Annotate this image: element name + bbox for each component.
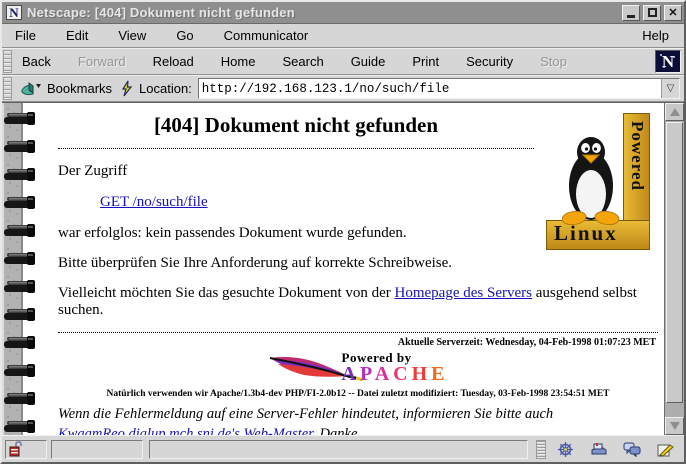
component-bar-grip[interactable] [536,440,546,459]
url-field-frame: ▽ [198,78,680,99]
ship-wheel-icon [557,441,574,458]
bookmark-icon [20,81,42,97]
progress-panel [51,440,143,459]
apache-letter: A [375,363,393,385]
apache-letter: H [412,363,432,385]
divider [58,148,534,149]
apache-letter: P [360,363,375,385]
url-input[interactable] [199,79,661,98]
page-body: Powered Linux [404] Dokument nicht gefun… [38,103,664,435]
open-lock-icon [9,441,24,457]
window-title: Netscape: [404] Dokument nicht gefunden [27,5,619,20]
homepage-text-before: Vielleicht möchten Sie das gesuchte Doku… [58,285,395,301]
menu-file[interactable]: File [12,26,39,45]
content-area: Powered Linux [404] Dokument nicht gefun… [2,102,684,435]
discussions-button[interactable] [615,439,648,460]
netscape-throbber-icon[interactable]: N [655,50,681,73]
footer-text-before: Wenn die Fehlermeldung auf eine Server-F… [58,406,553,422]
security-indicator[interactable] [5,440,47,459]
bookmarks-button[interactable]: Bookmarks [16,79,116,99]
server-time: Aktuelle Serverzeit: Wednesday, 04-Feb-1… [58,337,656,348]
apache-logo: Powered by APACHE [58,350,658,387]
menu-bar: File Edit View Go Communicator Help [2,24,684,48]
minimize-icon [627,15,635,18]
home-button[interactable]: Home [215,51,262,72]
menu-go[interactable]: Go [173,26,196,45]
scroll-down-button[interactable] [665,417,684,435]
guide-button[interactable]: Guide [345,51,392,72]
location-icon-button[interactable]: Location: [120,80,192,97]
menu-view[interactable]: View [115,26,149,45]
spiral-binding-decoration [2,103,38,444]
maximize-icon [648,8,657,17]
linux-powered-label: Powered [627,121,647,191]
throbber-letter: N [662,52,674,72]
homepage-link[interactable]: Homepage des Servers [395,285,532,301]
apache-name: APACHE [342,366,449,382]
webmaster-link[interactable]: KwaamReo.dialup.mch.sni.de's Web-Master [58,426,312,435]
scrollbar-thumb[interactable] [666,122,683,403]
forward-button: Forward [72,51,132,72]
arrow-up-icon [670,108,680,116]
vertical-scrollbar[interactable] [664,103,684,435]
tux-penguin-icon [562,134,620,226]
lightning-icon [120,80,134,97]
mailbox-button[interactable] [582,439,615,460]
speech-bubbles-icon [623,442,641,457]
stop-button: Stop [534,51,573,72]
paragraph-check-spelling: Bitte überprüfen Sie Ihre Anforderung au… [58,255,658,272]
paragraph-homepage: Vielleicht möchten Sie das gesuchte Doku… [58,285,658,319]
maximize-button[interactable] [643,5,661,21]
composer-pen-icon [656,442,674,457]
composer-button[interactable] [648,439,681,460]
print-button[interactable]: Print [406,51,445,72]
mailbox-icon [590,442,608,456]
menu-edit[interactable]: Edit [63,26,91,45]
apache-letter: A [342,363,360,385]
navigator-button[interactable] [549,439,582,460]
bookmarks-label: Bookmarks [47,81,112,96]
search-button[interactable]: Search [276,51,329,72]
status-message-panel [149,440,528,459]
apache-letter: E [431,363,448,385]
footer-text-after: . Danke. [312,426,361,435]
toolbar-grip[interactable] [3,50,12,73]
toolbar-grip[interactable] [3,77,12,100]
menu-communicator[interactable]: Communicator [221,26,312,45]
scroll-up-button[interactable] [665,103,684,121]
linux-powered-logo: Powered Linux [546,113,650,250]
minimize-button[interactable] [622,5,640,21]
status-bar [2,435,684,462]
reload-button[interactable]: Reload [147,51,200,72]
url-dropdown-button[interactable]: ▽ [661,79,679,98]
location-label: Location: [139,81,192,96]
arrow-down-icon [670,422,680,430]
navigation-toolbar: Back Forward Reload Home Search Guide Pr… [2,48,684,75]
footer-note: Wenn die Fehlermeldung auf eine Server-F… [58,405,658,435]
server-info-line: Natürlich verwenden wir Apache/1.3b4-dev… [58,389,658,399]
netscape-window: N Netscape: [404] Dokument nicht gefunde… [0,0,686,464]
apache-letter: C [393,363,411,385]
netscape-n-icon: N [6,5,22,20]
location-toolbar: Bookmarks Location: ▽ [2,75,684,102]
title-bar[interactable]: N Netscape: [404] Dokument nicht gefunde… [2,2,684,24]
close-button[interactable]: ✕ [664,5,682,21]
security-button[interactable]: Security [460,51,519,72]
back-button[interactable]: Back [16,51,57,72]
request-link[interactable]: GET /no/such/file [100,194,208,210]
divider [58,332,658,333]
menu-help[interactable]: Help [639,26,672,45]
